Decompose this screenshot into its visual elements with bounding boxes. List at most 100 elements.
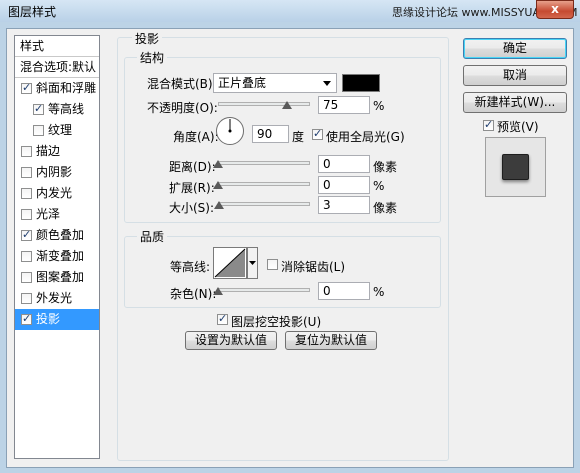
style-item-label: 等高线 — [48, 102, 85, 116]
blend-mode-select[interactable]: 正片叠底 — [213, 73, 337, 93]
angle-label: 角度(A): — [173, 130, 219, 144]
knockout-label: 图层挖空投影(U) — [231, 315, 322, 329]
distance-unit: 像素 — [373, 160, 398, 174]
noise-label: 杂色(N): — [170, 287, 217, 301]
style-item[interactable]: 混合选项:默认 — [15, 57, 99, 78]
style-item-label: 描边 — [36, 144, 61, 158]
size-label: 大小(S): — [169, 201, 215, 215]
checkmark-icon: ✓ — [22, 81, 32, 94]
knockout-checkbox[interactable]: ✓ — [217, 312, 228, 325]
noise-unit: % — [373, 285, 385, 299]
dialog-body: 样式 混合选项:默认 ✓ 斜面和浮雕 ✓ 等高线纹理描边内阴影内发光光泽 ✓ 颜色叠加渐变叠… — [6, 28, 574, 468]
noise-slider-thumb[interactable] — [213, 287, 223, 295]
structure-title: 结构 — [137, 49, 168, 66]
style-item[interactable]: 光泽 — [15, 204, 99, 225]
style-item-checkbox[interactable]: ✓ — [33, 102, 44, 115]
style-item[interactable]: 外发光 — [15, 288, 99, 309]
opacity-label: 不透明度(O): — [147, 101, 218, 115]
cancel-button[interactable]: 取消 — [463, 65, 567, 86]
spread-slider-thumb[interactable] — [213, 181, 223, 189]
angle-dial[interactable] — [215, 116, 245, 146]
style-item-checkbox[interactable]: ✓ — [21, 81, 32, 94]
layer-style-dialog: 图层样式 思缘设计论坛 www.MISSYUAN.COM x 样式 混合选项:默… — [0, 0, 580, 473]
global-light-checkbox[interactable]: ✓ — [312, 127, 323, 140]
spread-unit: % — [373, 179, 385, 193]
spread-label: 扩展(R): — [169, 181, 215, 195]
style-item[interactable]: 渐变叠加 — [15, 246, 99, 267]
opacity-slider-track[interactable] — [218, 102, 310, 106]
style-item[interactable]: 图案叠加 — [15, 267, 99, 288]
style-item[interactable]: ✓ 斜面和浮雕 — [15, 78, 99, 99]
blend-mode-value: 正片叠底 — [218, 76, 267, 90]
size-field[interactable]: 3 — [318, 196, 370, 214]
style-item-label: 斜面和浮雕 — [36, 81, 97, 95]
shadow-color-swatch[interactable] — [342, 74, 380, 92]
reset-default-button[interactable]: 复位为默认值 — [285, 331, 377, 350]
size-slider-thumb[interactable] — [214, 201, 225, 209]
noise-slider-track[interactable] — [218, 288, 310, 292]
style-item-checkbox[interactable] — [33, 125, 44, 136]
angle-dial-icon — [216, 117, 244, 145]
checkmark-icon: ✓ — [484, 118, 494, 131]
spread-field[interactable]: 0 — [318, 176, 370, 194]
checkmark-icon: ✓ — [218, 312, 228, 325]
distance-slider-thumb[interactable] — [213, 160, 223, 168]
distance-label: 距离(D): — [169, 160, 216, 174]
style-item-checkbox[interactable] — [21, 272, 32, 283]
title-bar[interactable]: 图层样式 思缘设计论坛 www.MISSYUAN.COM x — [0, 0, 580, 22]
close-button[interactable]: x — [536, 0, 574, 19]
new-style-button[interactable]: 新建样式(W)... — [463, 92, 567, 113]
opacity-unit: % — [373, 99, 385, 113]
distance-field[interactable]: 0 — [318, 155, 370, 173]
style-item-checkbox[interactable] — [21, 188, 32, 199]
style-item-label: 光泽 — [36, 207, 61, 221]
style-item-label: 颜色叠加 — [36, 228, 85, 242]
preview-checkbox[interactable]: ✓ — [483, 118, 494, 131]
style-item-label: 投影 — [36, 312, 61, 326]
drop-shadow-title: 投影 — [132, 30, 163, 47]
style-item-checkbox[interactable] — [21, 167, 32, 178]
styles-list: 样式 混合选项:默认 ✓ 斜面和浮雕 ✓ 等高线纹理描边内阴影内发光光泽 ✓ 颜色叠加渐变叠… — [14, 35, 100, 459]
style-item-label: 内发光 — [36, 186, 73, 200]
antialias-checkbox[interactable] — [267, 259, 278, 270]
styles-header[interactable]: 样式 — [15, 36, 99, 57]
style-item-checkbox[interactable] — [21, 146, 32, 157]
angle-unit: 度 — [292, 130, 305, 144]
style-item-checkbox[interactable] — [21, 293, 32, 304]
ok-button[interactable]: 确定 — [463, 38, 567, 59]
style-item-checkbox[interactable]: ✓ — [21, 228, 32, 241]
contour-label: 等高线: — [170, 260, 211, 274]
style-item[interactable]: 纹理 — [15, 120, 99, 141]
noise-field[interactable]: 0 — [318, 282, 370, 300]
checkmark-icon: ✓ — [34, 102, 44, 115]
style-item-checkbox[interactable]: ✓ — [21, 312, 32, 325]
style-item-checkbox[interactable] — [21, 251, 32, 262]
distance-slider-track[interactable] — [218, 161, 310, 165]
quality-title: 品质 — [137, 228, 168, 245]
style-item[interactable]: ✓ 等高线 — [15, 99, 99, 120]
style-item[interactable]: ✓ 投影 — [15, 309, 99, 330]
close-icon: x — [551, 2, 559, 16]
contour-picker[interactable] — [213, 247, 259, 279]
style-item-label: 图案叠加 — [36, 270, 85, 284]
size-unit: 像素 — [373, 201, 398, 215]
size-slider-track[interactable] — [218, 202, 310, 206]
window-title: 图层样式 — [8, 5, 57, 19]
make-default-button[interactable]: 设置为默认值 — [185, 331, 277, 350]
contour-preview-icon — [213, 247, 258, 279]
style-item[interactable]: 内阴影 — [15, 162, 99, 183]
angle-field[interactable]: 90 — [252, 125, 289, 143]
style-item[interactable]: 描边 — [15, 141, 99, 162]
style-item-label: 渐变叠加 — [36, 249, 85, 263]
spread-slider-track[interactable] — [218, 182, 310, 186]
chevron-down-icon — [323, 81, 331, 86]
global-light-label: 使用全局光(G) — [326, 130, 405, 144]
style-item[interactable]: ✓ 颜色叠加 — [15, 225, 99, 246]
style-item-label: 纹理 — [48, 123, 73, 137]
style-item-checkbox[interactable] — [21, 209, 32, 220]
style-preview-thumbnail — [485, 137, 546, 197]
checkmark-icon: ✓ — [22, 312, 32, 325]
opacity-field[interactable]: 75 — [318, 96, 370, 114]
style-item[interactable]: 内发光 — [15, 183, 99, 204]
opacity-slider-thumb[interactable] — [282, 101, 292, 109]
